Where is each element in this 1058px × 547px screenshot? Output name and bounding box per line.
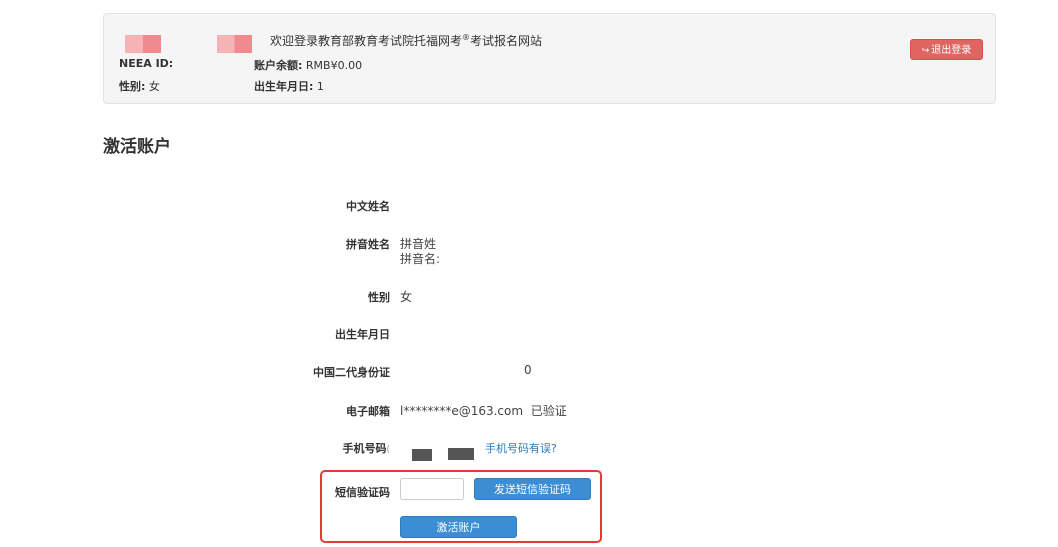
gender-value: 女 [400, 290, 413, 304]
id-card-label: 中国二代身份证 [313, 366, 390, 379]
pinyin-name-label: 拼音姓名 [346, 238, 390, 251]
sms-code-label: 短信验证码 [335, 486, 390, 499]
chinese-name-label: 中文姓名 [346, 200, 390, 213]
logout-icon: ↪ [921, 45, 930, 55]
banner-dob: 出生年月日: 1 [254, 80, 324, 93]
redacted-phone-block [448, 448, 474, 460]
neea-id-label: NEEA ID: [119, 57, 174, 70]
welcome-message: 欢迎登录教育部教育考试院托福网考®考试报名网站 [270, 33, 543, 48]
phone-label: 手机号码( [342, 442, 390, 455]
phone-error-link[interactable]: 手机号码有误? [485, 440, 557, 456]
account-balance: 账户余额: RMB¥0.00 [254, 59, 363, 72]
pinyin-given-name: 拼音名: [400, 252, 441, 266]
redacted-phone-block [412, 449, 432, 461]
dob-label: 出生年月日 [335, 328, 390, 341]
email-verified-status: 已验证 [530, 404, 567, 418]
email-value: l********e@163.com 已验证 [400, 404, 567, 418]
redacted-block [217, 35, 252, 53]
logout-button[interactable]: ↪ 退出登录 [910, 39, 983, 60]
page-title: 激活账户 [103, 137, 171, 157]
email-label: 电子邮箱 [346, 405, 390, 418]
banner-gender: 性别: 女 [119, 80, 160, 93]
user-info-banner: NEEA ID: 性别: 女 欢迎登录教育部教育考试院托福网考®考试报名网站 账… [103, 13, 996, 104]
send-sms-button[interactable]: 发送短信验证码 [474, 478, 591, 500]
id-card-value: 0 [524, 363, 532, 377]
sms-code-input[interactable] [400, 478, 464, 500]
redacted-block [125, 35, 161, 53]
activate-account-button[interactable]: 激活账户 [400, 516, 517, 538]
gender-label: 性别 [368, 291, 390, 304]
